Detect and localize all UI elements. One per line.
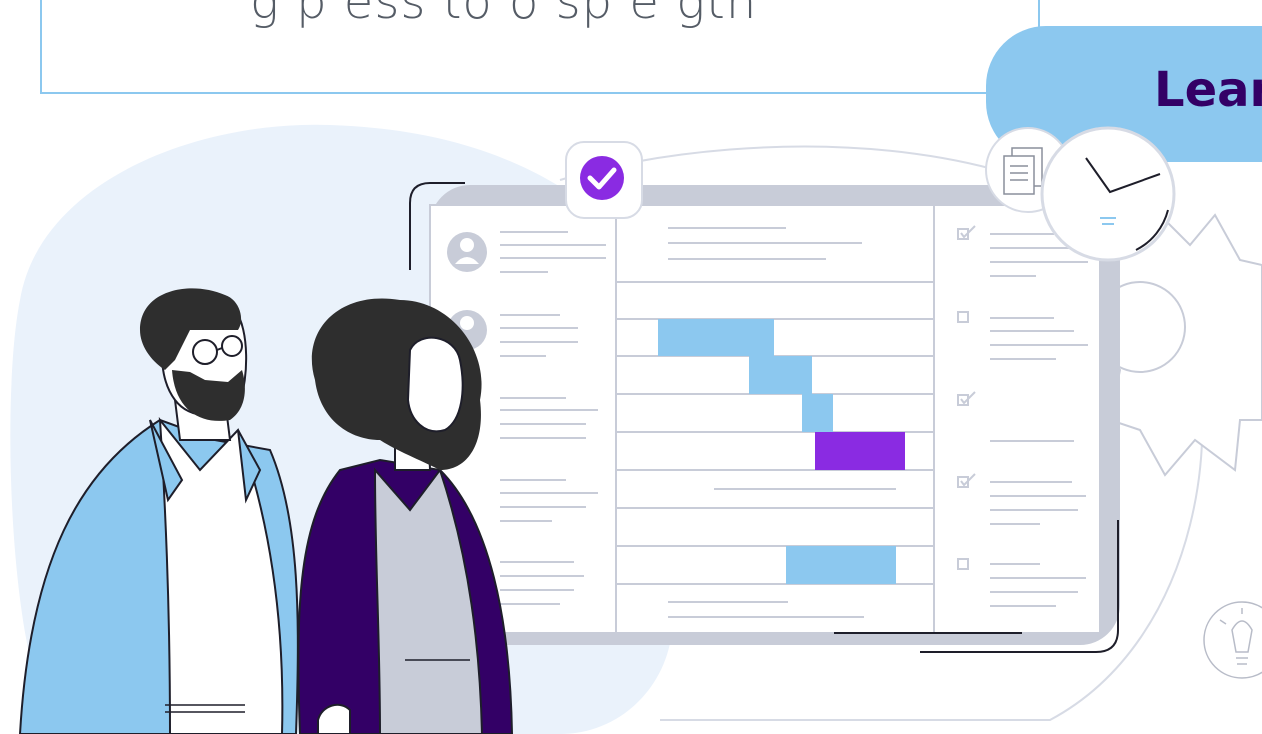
gantt-bar	[802, 394, 833, 432]
user-avatar-icon	[447, 232, 487, 272]
illustration	[10, 124, 1262, 734]
app-window	[429, 204, 1101, 634]
gantt-bar	[815, 432, 905, 470]
lightbulb-icon	[1203, 601, 1262, 679]
checkmark-badge-icon	[565, 141, 643, 219]
gantt-bar	[658, 319, 774, 356]
gantt-bar	[749, 356, 812, 394]
gantt-bar	[786, 546, 896, 584]
clock-icon	[1040, 126, 1176, 262]
